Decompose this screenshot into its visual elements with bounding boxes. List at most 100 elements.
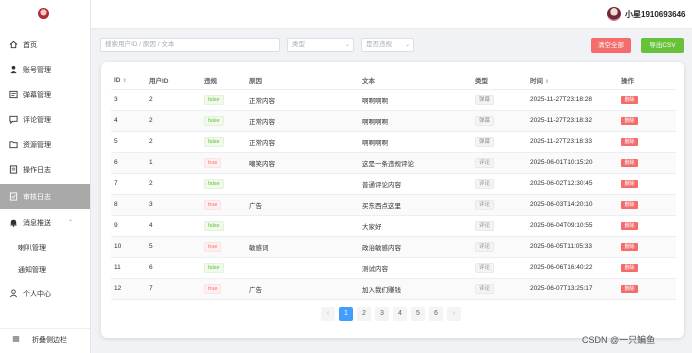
page-button[interactable]: 4 xyxy=(393,307,407,321)
table-row: 3 2 false 正常内容 啊啊啊啊 弹幕 2025-11-27T23:18:28 删除 xyxy=(111,89,676,111)
delete-button[interactable]: 删除 xyxy=(621,200,638,209)
search-input[interactable]: 搜索用户ID / 原因 / 文本 xyxy=(100,38,280,52)
home-icon xyxy=(9,40,18,49)
type-tag: 评论 xyxy=(475,262,495,273)
column-header-id[interactable]: ID ⇕ xyxy=(111,72,146,90)
cell-violation: true xyxy=(201,278,246,300)
sidebar-item-audit-log[interactable]: 审核日志 xyxy=(0,184,90,209)
sidebar-item-resources[interactable]: 资源管理 xyxy=(0,132,90,157)
cell-reason: 广告 xyxy=(246,278,359,300)
cell-violation: true xyxy=(201,152,246,174)
delete-button[interactable]: 删除 xyxy=(621,95,638,104)
delete-button[interactable]: 删除 xyxy=(621,242,638,251)
bell-icon xyxy=(9,218,18,227)
cell-violation: true xyxy=(201,194,246,216)
cell-text: 加入我们赚钱 xyxy=(359,278,472,300)
cell-reason xyxy=(246,173,359,195)
chevron-down-icon: ⌄ xyxy=(344,42,350,48)
cell-reason xyxy=(246,257,359,279)
page-button[interactable]: 1 xyxy=(339,307,353,321)
column-header-time[interactable]: 时间 ⇕ xyxy=(527,72,618,90)
delete-button[interactable]: 删除 xyxy=(621,284,638,293)
type-tag: 评论 xyxy=(475,283,495,294)
column-header-reason: 原因 xyxy=(246,72,359,90)
cell-text: 这是一条违规评论 xyxy=(359,152,472,174)
cell-action: 删除 xyxy=(618,173,676,195)
cell-time: 2025-06-05T11:05:33 xyxy=(527,236,618,258)
sidebar-item-operation-log[interactable]: 操作日志 xyxy=(0,157,90,182)
delete-button[interactable]: 删除 xyxy=(621,116,638,125)
cell-violation: false xyxy=(201,89,246,111)
cell-action: 删除 xyxy=(618,194,676,216)
sidebar-item-label: 评论管理 xyxy=(23,116,51,124)
delete-button[interactable]: 删除 xyxy=(621,221,638,230)
collapse-label: 折叠侧边栏 xyxy=(32,336,67,344)
cell-reason: 正常内容 xyxy=(246,110,359,132)
cell-time: 2025-11-27T23:18:33 xyxy=(527,131,618,153)
sidebar-item-home[interactable]: 首页 xyxy=(0,32,90,57)
page-button[interactable]: 6 xyxy=(429,307,443,321)
delete-button[interactable]: 删除 xyxy=(621,263,638,272)
cell-user-id: 4 xyxy=(146,215,201,237)
table-row: 8 3 true 广告 买东西点这里 评论 2025-06-03T14:20:10 删除 xyxy=(111,194,676,216)
sidebar-item-accounts[interactable]: 账号管理 xyxy=(0,57,90,82)
cell-user-id: 2 xyxy=(146,173,201,195)
cell-violation: false xyxy=(201,257,246,279)
menu-icon xyxy=(12,335,20,345)
sort-icon[interactable]: ⇕ xyxy=(123,78,127,84)
sidebar-item-push[interactable]: 消息推送 ⌃ xyxy=(0,210,90,235)
cell-type: 评论 xyxy=(472,257,527,279)
sidebar-subitem-speaker[interactable]: 喇叭管理 xyxy=(18,243,46,253)
column-header-action: 操作 xyxy=(618,72,676,90)
type-tag: 弹幕 xyxy=(475,136,495,147)
cell-time: 2025-06-07T13:25:17 xyxy=(527,278,618,300)
cell-id: 11 xyxy=(111,257,146,279)
sidebar-item-personal[interactable]: 个人中心 xyxy=(0,281,90,306)
sidebar-item-comments[interactable]: 评论管理 xyxy=(0,107,90,132)
next-page-button[interactable]: › xyxy=(447,307,461,321)
export-csv-button[interactable]: 导出CSV xyxy=(641,38,684,53)
cell-type: 评论 xyxy=(472,215,527,237)
barrage-icon xyxy=(9,90,18,99)
cell-type: 弹幕 xyxy=(472,110,527,132)
table-header-row: ID ⇕ 用户ID 违规 原因 文本 类型 时间 ⇕ 操作 xyxy=(111,72,676,90)
violation-select[interactable]: 是否违规 ⌄ xyxy=(361,38,414,52)
sort-icon[interactable]: ⇕ xyxy=(545,79,549,85)
cell-text: 普通评论内容 xyxy=(359,173,472,195)
table-row: 4 2 false 正常内容 啊啊啊啊 弹幕 2025-11-27T23:18:32 删除 xyxy=(111,110,676,132)
username[interactable]: 小星1910693646 xyxy=(625,9,686,20)
cell-id: 12 xyxy=(111,278,146,300)
cell-violation: true xyxy=(201,236,246,258)
cell-text: 啊啊啊啊 xyxy=(359,131,472,153)
violation-tag: false xyxy=(204,178,224,189)
page-button[interactable]: 5 xyxy=(411,307,425,321)
cell-text: 大家好 xyxy=(359,215,472,237)
clear-all-button[interactable]: 清空全部 xyxy=(591,38,631,53)
avatar[interactable] xyxy=(607,7,621,21)
delete-button[interactable]: 删除 xyxy=(621,158,638,167)
cell-id: 6 xyxy=(111,152,146,174)
prev-page-button[interactable]: ‹ xyxy=(321,307,335,321)
table-row: 7 2 false 普通评论内容 评论 2025-06-02T12:30:45 删除 xyxy=(111,173,676,195)
cell-user-id: 2 xyxy=(146,131,201,153)
chevron-down-icon: ⌄ xyxy=(404,42,410,48)
delete-button[interactable]: 删除 xyxy=(621,137,638,146)
sidebar-item-label: 操作日志 xyxy=(23,166,51,174)
cell-type: 评论 xyxy=(472,236,527,258)
sidebar-subitem-notice[interactable]: 通知管理 xyxy=(18,265,46,275)
page-button[interactable]: 3 xyxy=(375,307,389,321)
sidebar-item-label: 资源管理 xyxy=(23,141,51,149)
sidebar-item-barrage[interactable]: 弹幕管理 xyxy=(0,82,90,107)
cell-user-id: 3 xyxy=(146,194,201,216)
cell-reason: 正常内容 xyxy=(246,131,359,153)
delete-button[interactable]: 删除 xyxy=(621,179,638,188)
cell-text: 啊啊啊啊 xyxy=(359,110,472,132)
cell-time: 2025-11-27T23:18:32 xyxy=(527,110,618,132)
violation-tag: false xyxy=(204,94,224,105)
type-select[interactable]: 类型 ⌄ xyxy=(287,38,354,52)
cell-text: 测试内容 xyxy=(359,257,472,279)
table-row: 9 4 false 大家好 评论 2025-06-04T09:10:55 删除 xyxy=(111,215,676,237)
page-button[interactable]: 2 xyxy=(357,307,371,321)
collapse-sidebar-button[interactable]: 折叠侧边栏 xyxy=(0,328,90,350)
type-tag: 评论 xyxy=(475,199,495,210)
